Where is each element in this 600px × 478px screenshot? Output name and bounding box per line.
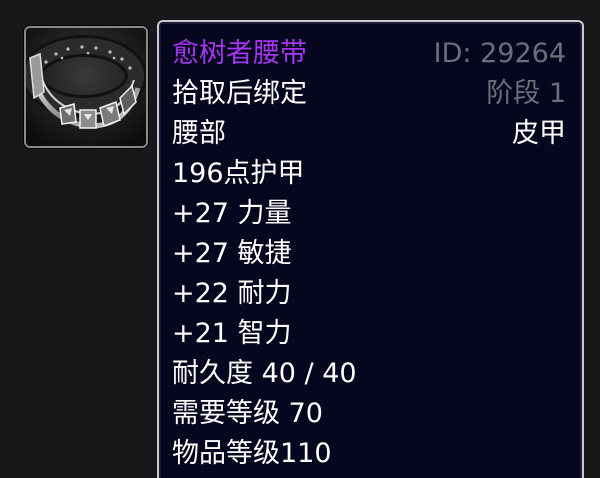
item-id: ID: 29264 <box>433 38 566 69</box>
item-level-text: 物品等级110 <box>172 438 332 469</box>
binding-row: 拾取后绑定 阶段 1 <box>172 74 566 114</box>
stat-agility: +27 敏捷 <box>172 238 292 269</box>
item-name: 愈树者腰带 <box>172 38 307 69</box>
item-level-row: 物品等级110 <box>172 434 566 474</box>
belt-icon-art <box>26 28 146 146</box>
armor-type-text: 皮甲 <box>512 118 566 149</box>
durability-text: 耐久度 40 / 40 <box>172 358 357 389</box>
slot-row: 腰部 皮甲 <box>172 114 566 154</box>
belt-icon[interactable] <box>24 26 148 148</box>
item-tooltip: 愈树者腰带 ID: 29264 拾取后绑定 阶段 1 腰部 皮甲 196点护甲 … <box>157 20 584 478</box>
armor-value: 196点护甲 <box>172 158 305 189</box>
required-level-row: 需要等级 70 <box>172 394 566 434</box>
item-tooltip-scene: 愈树者腰带 ID: 29264 拾取后绑定 阶段 1 腰部 皮甲 196点护甲 … <box>0 0 600 478</box>
tooltip-header-row: 愈树者腰带 ID: 29264 <box>172 34 566 74</box>
armor-row: 196点护甲 <box>172 154 566 194</box>
stat-row: +27 力量 <box>172 194 566 234</box>
stat-strength: +27 力量 <box>172 198 292 229</box>
stat-row: +27 敏捷 <box>172 234 566 274</box>
stat-row: +22 耐力 <box>172 274 566 314</box>
durability-row: 耐久度 40 / 40 <box>172 354 566 394</box>
tier-text: 阶段 1 <box>486 78 566 109</box>
stat-row: +21 智力 <box>172 314 566 354</box>
stat-stamina: +22 耐力 <box>172 278 292 309</box>
binding-text: 拾取后绑定 <box>172 78 307 109</box>
stat-intellect: +21 智力 <box>172 318 292 349</box>
slot-text: 腰部 <box>172 118 226 149</box>
required-level-text: 需要等级 70 <box>172 398 323 429</box>
